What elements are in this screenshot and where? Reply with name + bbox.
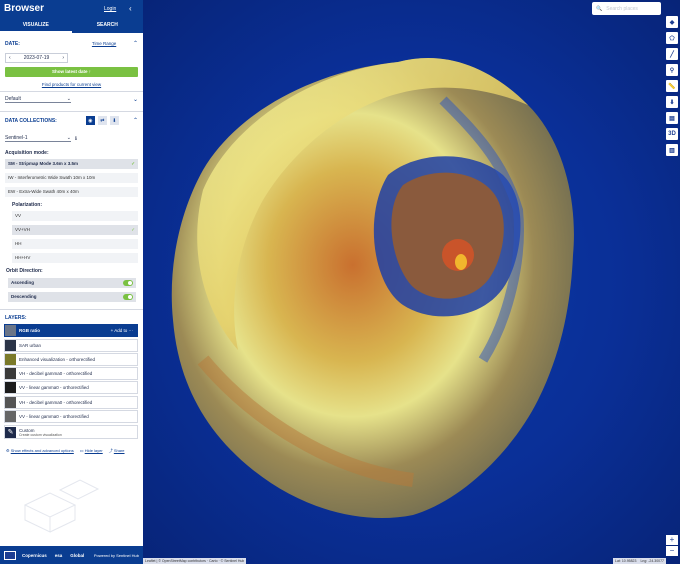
- hide-layer-link[interactable]: ▭ Hide layer: [80, 448, 103, 454]
- map-attribution[interactable]: Leaflet | © OpenStreetMap contributors ·…: [143, 558, 247, 564]
- collapse-sidebar-icon[interactable]: ‹: [129, 4, 132, 13]
- search-icon: 🔍: [596, 5, 603, 12]
- global-logo: Global: [70, 552, 85, 558]
- layer-thumbnail: [5, 397, 16, 408]
- chevron-down-icon[interactable]: ⌄: [133, 96, 138, 103]
- layer-item-custom[interactable]: ✎ Custom Create custom visualization: [4, 425, 138, 439]
- layer-item[interactable]: VV - linear gamma0 - orthorectified: [4, 381, 138, 394]
- polarization-label: Polarization:: [12, 202, 43, 208]
- draw-line-icon[interactable]: ╱: [666, 48, 678, 60]
- longitude: Lng: -24.30077: [640, 559, 664, 563]
- mode-option[interactable]: SM - Stripmap Mode 3.6m x 3.5m ✓: [5, 159, 138, 169]
- theme-select[interactable]: Default ⌄: [5, 96, 71, 103]
- login-link[interactable]: Login: [104, 6, 116, 12]
- next-date-icon[interactable]: ›: [62, 55, 64, 61]
- toggle-switch[interactable]: [123, 294, 133, 300]
- polarization-option[interactable]: VV+VH ✓: [12, 225, 138, 235]
- orbit-descending[interactable]: Descending: [8, 292, 136, 302]
- sidebar: Browser Login ‹ VISUALIZE SEARCH DATE: T…: [0, 0, 143, 564]
- histogram-icon[interactable]: ▥: [666, 144, 678, 156]
- find-products-link[interactable]: Find products for current view: [42, 82, 101, 87]
- check-icon: ✓: [131, 227, 135, 232]
- polygon-icon[interactable]: ⬠: [666, 32, 678, 44]
- search-placeholder: Search places: [606, 5, 638, 12]
- brush-icon: ✎: [5, 426, 16, 438]
- date-value[interactable]: 2023-07-19: [24, 55, 50, 61]
- 3d-view-icon[interactable]: 3D: [666, 128, 678, 140]
- tab-search[interactable]: SEARCH: [72, 19, 144, 33]
- layer-thumbnail: [5, 325, 16, 336]
- orbit-direction-label: Orbit Direction:: [6, 268, 43, 274]
- layer-thumbnail: [5, 354, 16, 365]
- layer-item[interactable]: VV - linear gamma0 - orthorectified: [4, 410, 138, 423]
- copernicus-logo: Copernicus: [22, 552, 47, 558]
- globe-icon[interactable]: ◉: [85, 116, 95, 125]
- tab-visualize[interactable]: VISUALIZE: [0, 19, 72, 33]
- layer-actions: ⚙ Show effects and advanced options ▭ Hi…: [6, 448, 138, 454]
- layer-thumbnail: [5, 340, 16, 351]
- footer: Copernicus esa Global Powered by Sentine…: [0, 546, 143, 564]
- latitude: Lat: 10.95823: [615, 559, 637, 563]
- chevron-up-icon[interactable]: ⌃: [133, 40, 138, 47]
- map-toolbar: ◆ ⬠ ╱ ⚲ 📏 ⬇ ▤ 3D ▥: [666, 16, 678, 156]
- show-latest-date-button[interactable]: Show latest date ↑: [5, 67, 138, 77]
- layer-thumbnail: [5, 382, 16, 393]
- location-pin-icon[interactable]: ⚲: [666, 64, 678, 76]
- share-link[interactable]: ⤴ Share: [109, 448, 125, 454]
- satellite-imagery: [171, 57, 574, 518]
- date-section-title: DATE:: [5, 40, 20, 47]
- cursor-coordinates: Lat: 10.95823 Lng: -24.30077: [613, 558, 666, 564]
- film-timelapse-icon[interactable]: ▤: [666, 112, 678, 124]
- prev-date-icon[interactable]: ‹: [9, 55, 11, 61]
- powered-by-text: Powered by Sentinel Hub: [93, 552, 139, 558]
- layer-thumbnail: [5, 368, 16, 379]
- check-icon: ✓: [131, 161, 135, 166]
- measure-icon[interactable]: 📏: [666, 80, 678, 92]
- info-icon[interactable]: ℹ: [75, 136, 77, 142]
- layers-section-title: LAYERS:: [5, 315, 27, 321]
- compare-icon[interactable]: ⇄: [97, 116, 107, 125]
- collections-section-title: DATA COLLECTIONS:: [5, 117, 57, 124]
- polarization-option[interactable]: HH: [12, 239, 138, 249]
- eu-flag-icon: [4, 550, 16, 560]
- image-download-icon[interactable]: ⬇: [666, 96, 678, 108]
- sidebar-header: Browser Login ‹ VISUALIZE SEARCH: [0, 0, 143, 33]
- esa-logo: esa: [54, 552, 63, 558]
- map-view[interactable]: 🔍 Search places ◆ ⬠ ╱ ⚲ 📏 ⬇ ▤ 3D ▥ + − L…: [143, 0, 680, 564]
- isometric-illustration: [23, 479, 100, 533]
- pin-icon[interactable]: ⬇: [109, 116, 119, 125]
- add-to-compare[interactable]: + Add to ⋯: [111, 328, 133, 334]
- mode-option[interactable]: IW - Interferometric Wide Swath 10m x 10…: [5, 173, 138, 183]
- toggle-switch[interactable]: [123, 280, 133, 286]
- zoom-controls: + −: [666, 535, 678, 556]
- layer-item[interactable]: SAR urban: [4, 339, 138, 352]
- chevron-down-icon: ⌄: [66, 96, 71, 102]
- acquisition-mode-label: Acquisition mode:: [5, 150, 49, 156]
- time-range-link[interactable]: Time Range: [92, 41, 116, 46]
- chevron-up-icon[interactable]: ⌃: [133, 117, 138, 124]
- layer-thumbnail: [5, 411, 16, 422]
- app-title: Browser: [4, 3, 45, 14]
- layer-item[interactable]: VH - decibel gamma0 - orthorectified: [4, 367, 138, 380]
- zoom-out-button[interactable]: −: [666, 546, 678, 556]
- polarization-option[interactable]: HH+HV: [12, 253, 138, 263]
- effects-link[interactable]: ⚙ Show effects and advanced options: [6, 448, 74, 454]
- layers-icon[interactable]: ◆: [666, 16, 678, 28]
- layer-item[interactable]: VH - decibel gamma0 - orthorectified: [4, 396, 138, 409]
- date-picker[interactable]: ‹ 2023-07-19 ›: [5, 53, 68, 63]
- place-search[interactable]: 🔍 Search places: [592, 2, 661, 15]
- layer-item[interactable]: Enhanced visualization - orthorectified: [4, 353, 138, 366]
- zoom-in-button[interactable]: +: [666, 535, 678, 545]
- collection-select[interactable]: Sentinel-1 ⌄: [5, 135, 71, 142]
- layer-item-active[interactable]: RGB ratio + Add to ⋯: [4, 324, 138, 337]
- orbit-ascending[interactable]: Ascending: [8, 278, 136, 288]
- mode-option[interactable]: EW - Extra-Wide Swath 40m x 40m: [5, 187, 138, 197]
- chevron-down-icon: ⌄: [66, 135, 71, 141]
- polarization-option[interactable]: VV: [12, 211, 138, 221]
